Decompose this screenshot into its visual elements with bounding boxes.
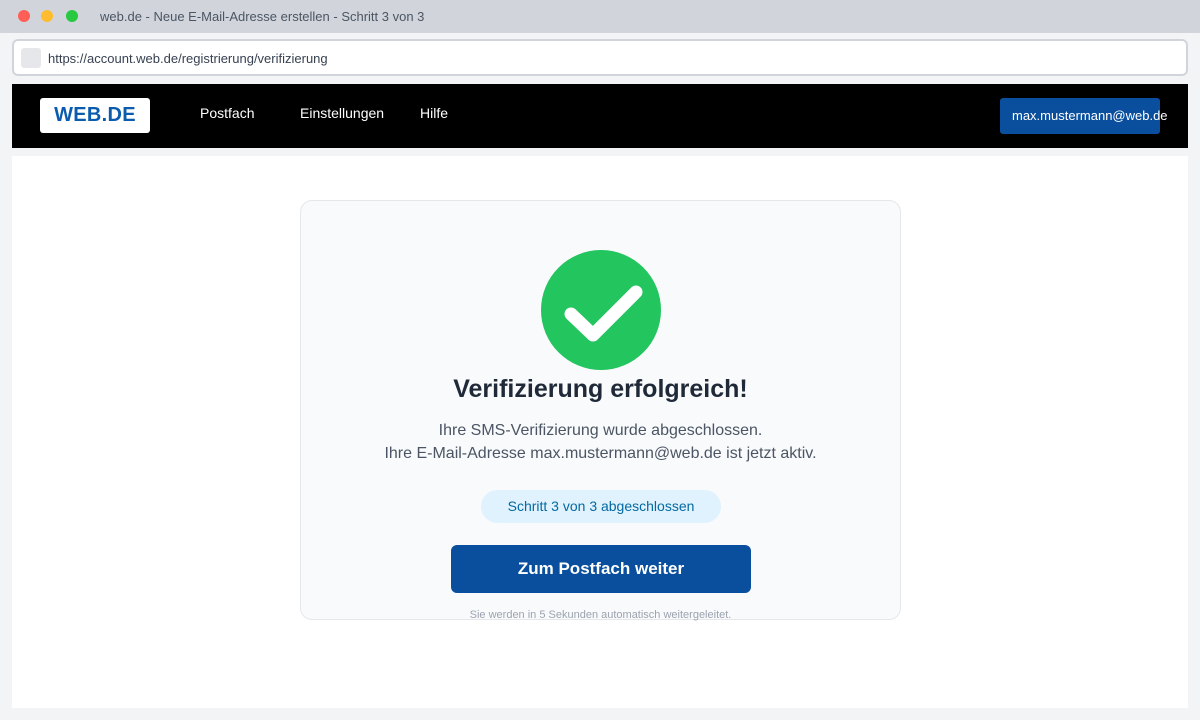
step-status-badge: Schritt 3 von 3 abgeschlossen	[481, 490, 721, 523]
nav-link-postfach[interactable]: Postfach	[200, 105, 254, 121]
webde-logo[interactable]: WEB.DE	[40, 98, 150, 133]
minimize-window-button[interactable]	[41, 10, 53, 22]
checkmark-svg	[564, 285, 643, 342]
maximize-window-button[interactable]	[66, 10, 78, 22]
main-content: Verifizierung erfolgreich! Ihre SMS-Veri…	[12, 156, 1188, 708]
top-navigation: WEB.DE Postfach Einstellungen Hilfe max.…	[12, 84, 1188, 148]
success-description-line2: Ihre E-Mail-Adresse max.mustermann@web.d…	[384, 445, 817, 462]
close-window-button[interactable]	[18, 10, 30, 22]
checkmark-icon	[541, 250, 661, 370]
favicon-icon	[21, 48, 41, 68]
success-description-line1: Ihre SMS-Verifizierung wurde abgeschloss…	[438, 422, 763, 439]
verification-success-card: Verifizierung erfolgreich! Ihre SMS-Veri…	[300, 200, 901, 621]
success-heading: Verifizierung erfolgreich!	[453, 375, 748, 403]
url-text[interactable]: https://account.web.de/registrierung/ver…	[48, 51, 328, 66]
redirect-notice: Sie werden in 5 Sekunden automatisch wei…	[469, 609, 732, 621]
nav-link-einstellungen[interactable]: Einstellungen	[300, 105, 384, 121]
title-bar: web.de - Neue E-Mail-Adresse erstellen -…	[0, 0, 1200, 33]
window-title: web.de - Neue E-Mail-Adresse erstellen -…	[100, 9, 425, 24]
address-bar[interactable]: https://account.web.de/registrierung/ver…	[12, 39, 1188, 76]
browser-window: web.de - Neue E-Mail-Adresse erstellen -…	[0, 0, 1200, 720]
user-account-button[interactable]: max.mustermann@web.de	[1000, 98, 1168, 134]
go-to-mailbox-button[interactable]: Zum Postfach weiter	[451, 545, 751, 593]
nav-link-hilfe[interactable]: Hilfe	[420, 105, 448, 121]
